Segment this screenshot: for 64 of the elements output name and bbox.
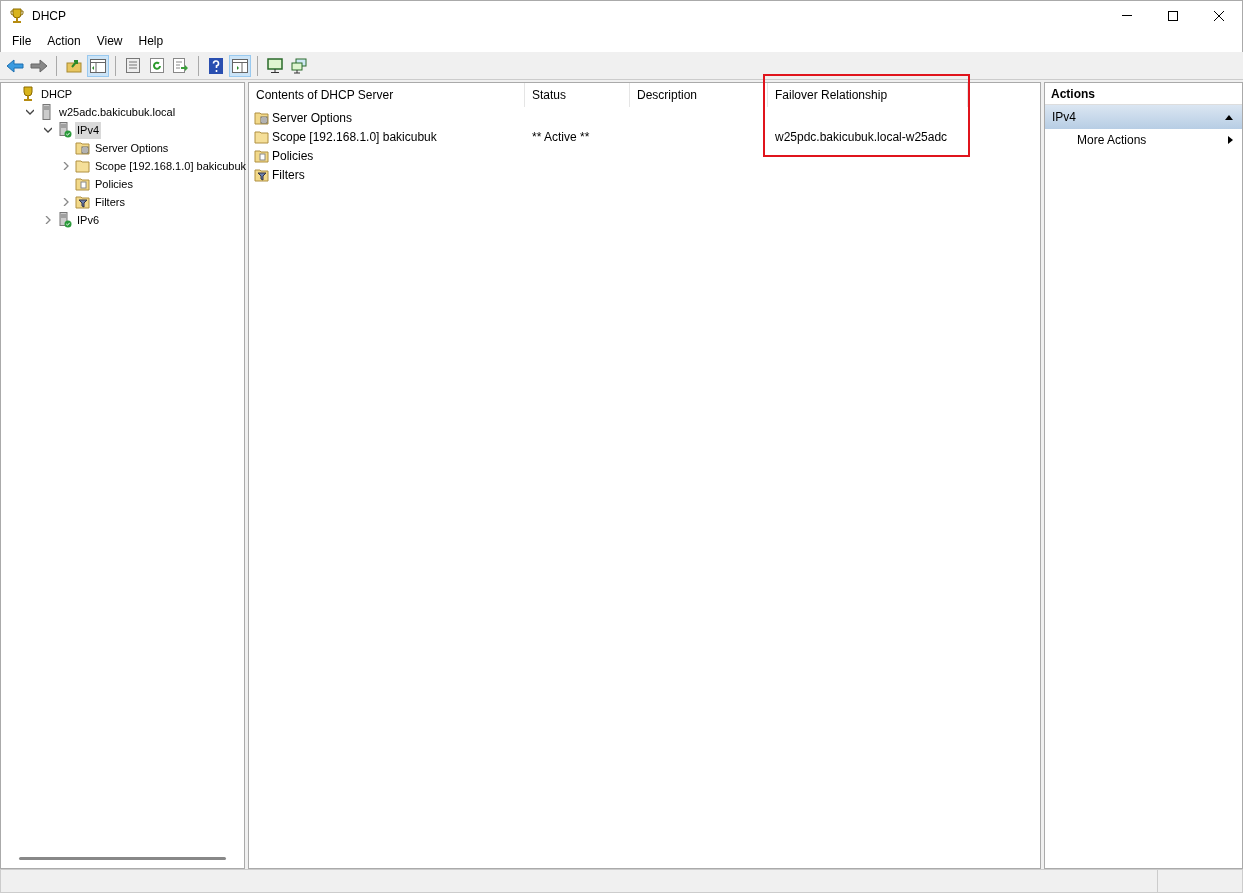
back-arrow-icon	[6, 58, 24, 73]
scrollbar-thumb[interactable]	[19, 857, 226, 860]
pane-icon	[90, 58, 106, 73]
menu-item[interactable]: View	[88, 31, 131, 51]
console-tree-button[interactable]	[87, 54, 109, 77]
policy-folder-icon	[75, 176, 90, 192]
tree-item[interactable]: Scope [192.168.1.0] bakicubuk	[93, 157, 249, 175]
folder-icon	[254, 128, 269, 145]
server-check-icon	[57, 212, 72, 228]
trophy-icon	[21, 86, 36, 102]
list-item[interactable]: Server Options	[272, 108, 353, 127]
help-icon	[209, 57, 223, 74]
tree-item[interactable]: Filters	[93, 193, 127, 211]
window-title: DHCP	[32, 7, 66, 25]
pane-icon	[232, 58, 248, 73]
column-header[interactable]: Status	[525, 83, 630, 107]
column-header[interactable]: Contents of DHCP Server	[249, 83, 525, 107]
filter-icon	[254, 166, 269, 183]
tree-item[interactable]: IPv6	[75, 211, 101, 229]
section-title: IPv4	[1052, 109, 1076, 126]
section-header[interactable]: IPv4	[1045, 105, 1242, 129]
forward-arrow-icon	[30, 58, 48, 73]
list-item[interactable]: Policies	[272, 146, 314, 165]
action-pane-button[interactable]	[229, 54, 251, 77]
tree-item[interactable]: IPv4	[75, 121, 101, 139]
close-icon	[1214, 10, 1224, 21]
action-item[interactable]: More Actions	[1045, 129, 1242, 151]
maximize-icon	[1168, 10, 1178, 21]
list-item[interactable]: Filters	[272, 165, 305, 184]
table-cell-text: ** Active **	[532, 128, 590, 146]
menu-item[interactable]: Help	[130, 31, 172, 51]
tree-item[interactable]: Policies	[93, 175, 135, 193]
tree-item[interactable]: w25adc.bakicubuk.local	[57, 103, 178, 121]
action-label: More Actions	[1077, 132, 1147, 149]
expanded-chevron-icon[interactable]	[44, 126, 52, 134]
minimize-icon	[1122, 15, 1132, 16]
table-cell-text: w25pdc.bakicubuk.local-w25adc	[775, 128, 948, 146]
collapsed-chevron-icon[interactable]	[44, 216, 52, 224]
refresh-icon	[150, 58, 164, 73]
folder-up-icon	[66, 58, 82, 73]
folder-icon	[75, 158, 90, 174]
column-header[interactable]: Failover Relationship	[768, 83, 968, 107]
collapsed-chevron-icon[interactable]	[62, 198, 70, 206]
menu-item[interactable]: File	[4, 31, 40, 51]
expanded-chevron-icon[interactable]	[26, 108, 34, 116]
monitors-icon	[291, 57, 307, 74]
column-header[interactable]: Description	[630, 83, 768, 107]
collapsed-chevron-icon[interactable]	[62, 162, 70, 170]
policy-folder-icon	[254, 147, 269, 164]
folder-options-icon	[254, 109, 269, 126]
list-item[interactable]: Scope [192.168.1.0] bakicubuk	[272, 127, 437, 146]
tree-item[interactable]: Server Options	[93, 139, 171, 157]
submenu-arrow-icon	[1228, 136, 1233, 144]
server-icon	[39, 104, 54, 120]
collapse-icon	[1225, 114, 1233, 120]
export-list-icon	[173, 58, 189, 73]
tree-item[interactable]: DHCP	[39, 85, 75, 103]
menu-item[interactable]: Action	[39, 31, 89, 51]
document-icon	[126, 58, 140, 73]
folder-options-icon	[75, 140, 90, 156]
trophy-icon	[10, 7, 24, 24]
filter-icon	[75, 194, 90, 210]
server-check-icon	[57, 122, 72, 138]
monitor-icon	[267, 57, 283, 74]
